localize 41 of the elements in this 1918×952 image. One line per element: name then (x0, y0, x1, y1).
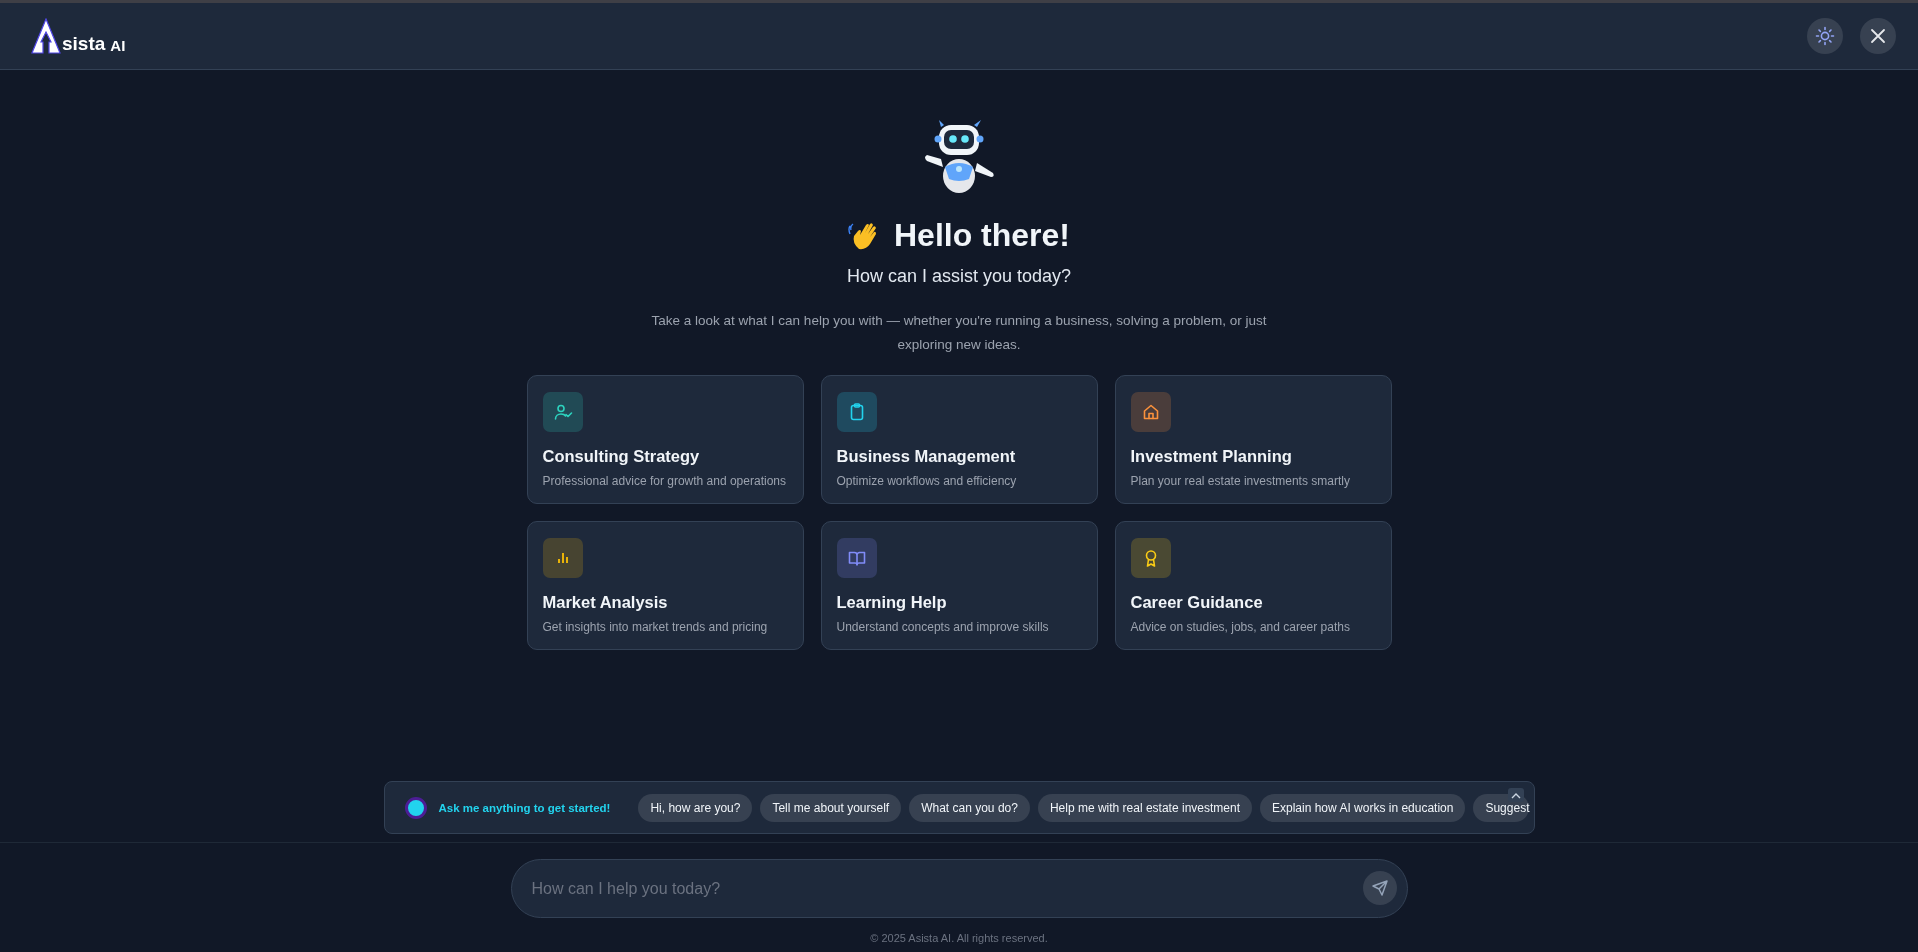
suggestion-chip[interactable]: Help me with real estate investment (1037, 793, 1252, 822)
card-description: Plan your real estate investments smartly (1130, 474, 1351, 488)
close-button[interactable] (1860, 18, 1896, 54)
message-input-field[interactable]: How can I help you today? (510, 859, 1408, 918)
card-title: Business Management (836, 447, 1017, 466)
theme-toggle-button[interactable] (1807, 18, 1843, 54)
logo-text: sista (62, 34, 106, 53)
card-title: Investment Planning (1130, 447, 1293, 466)
card-title: Learning Help (836, 593, 948, 612)
suggestion-chip[interactable]: Tell me about yourself (760, 793, 902, 822)
send-icon (1370, 879, 1389, 897)
collapse-button[interactable] (1507, 788, 1524, 802)
topic-card[interactable]: Learning Help Understand concepts and improve skills (820, 521, 1098, 650)
assistant-status-icon (404, 796, 427, 819)
topic-card[interactable]: Consulting Strategy Professional advice for growth and operations (526, 375, 804, 504)
card-title: Career Guidance (1130, 593, 1264, 612)
topic-card[interactable]: Career Guidance Advice on studies, jobs, and career paths (1114, 521, 1392, 650)
topic-card[interactable]: Business Management Optimize workflows and efficiency (820, 375, 1098, 504)
card-description: Get insights into market trends and pricing (542, 620, 769, 634)
copyright-text: © 2025 Asista AI. All rights reserved. (870, 932, 1048, 944)
sun-icon (1815, 26, 1835, 46)
topic-card[interactable]: Market Analysis Get insights into market trends and pricing (526, 521, 804, 650)
card-description: Optimize workflows and efficiency (836, 474, 1018, 488)
suggestion-chip[interactable]: Suggest (1473, 793, 1530, 822)
suggestions-prompt: Ask me anything to get started! (438, 801, 611, 814)
card-description: Understand concepts and improve skills (836, 620, 1050, 634)
close-icon (1869, 27, 1887, 45)
suggestion-chip[interactable]: Explain how AI works in education (1260, 793, 1466, 822)
card-title: Market Analysis (542, 593, 669, 612)
card-title: Consulting Strategy (542, 447, 701, 466)
card-description: Professional advice for growth and operations (542, 474, 787, 488)
subtitle: How can I assist you today? (846, 266, 1072, 287)
suggestion-chip[interactable]: What can you do? (909, 793, 1030, 822)
suggestion-chip[interactable]: Hi, how are you? (638, 793, 753, 822)
logo-suffix: AI (110, 38, 126, 53)
topic-card[interactable]: Investment Planning Plan your real estate investments smartly (1114, 375, 1392, 504)
card-description: Advice on studies, jobs, and career paths (1130, 620, 1351, 634)
greeting-title: Hello there! (894, 217, 1070, 254)
logo-icon (31, 18, 61, 54)
intro-text: Take a look at what I can help you with — whether you're running a business, solving a problem, or just exploring new ideas. (650, 312, 1268, 354)
caret-icon (1510, 791, 1521, 799)
